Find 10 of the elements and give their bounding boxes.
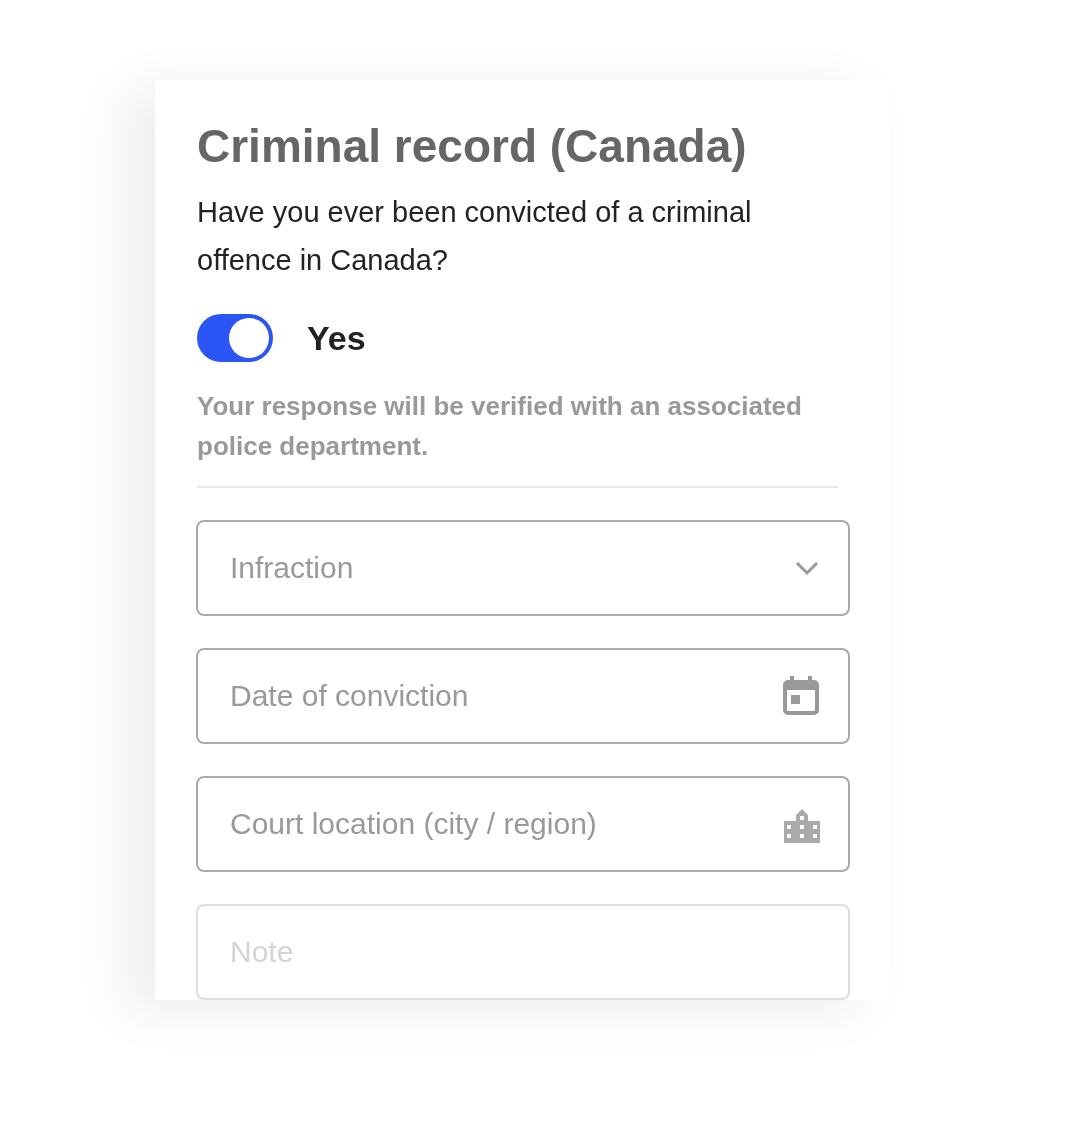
form-title: Criminal record (Canada) <box>197 119 748 174</box>
question-text: Have you ever been convicted of a criminal offence in Canada? <box>197 195 753 278</box>
input-field[interactable]: Date of conviction <box>196 648 850 744</box>
input-field[interactable]: Court location (city / region) <box>196 776 850 872</box>
calendar-icon <box>782 676 820 716</box>
toggle-switch[interactable] <box>197 314 273 362</box>
chevron-down-icon <box>794 560 820 576</box>
dropdown-field[interactable]: Infraction <box>196 520 850 616</box>
toggle-label: Yes <box>307 318 366 358</box>
hint-text: Your response will be verified with an associated police department. <box>197 390 803 463</box>
